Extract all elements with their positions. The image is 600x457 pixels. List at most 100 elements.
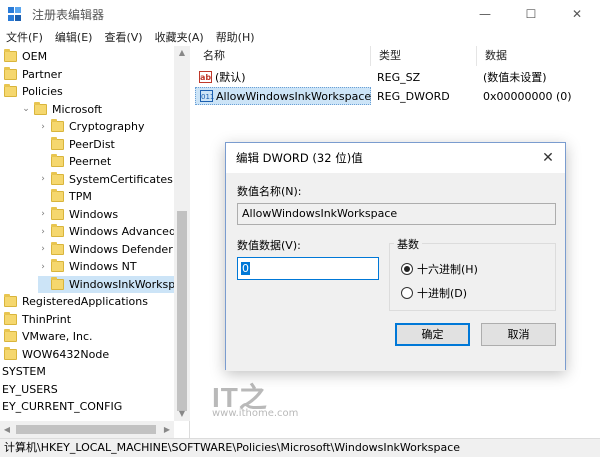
dword-value-icon: 011 (200, 90, 214, 102)
collapsed-chevron-icon[interactable]: › (38, 244, 48, 254)
tree-node-label: Microsoft (52, 102, 103, 116)
close-window-button[interactable]: ✕ (554, 0, 600, 28)
radio-hexadecimal[interactable]: 十六进制(H) (401, 261, 478, 277)
folder-icon (51, 136, 64, 150)
tree-node-label: Windows NT (69, 260, 137, 274)
column-header-type[interactable]: 类型 (371, 46, 477, 66)
menu-bar: 文件(F) 编辑(E) 查看(V) 收藏夹(A) 帮助(H) (0, 28, 600, 46)
folder-icon (51, 259, 64, 273)
value-data-text: 0 (241, 262, 250, 275)
folder-icon (4, 311, 17, 325)
value-name: (默认) (215, 71, 246, 84)
tree-node[interactable]: EY_USERS (2, 381, 58, 399)
tree-hscroll-thumb[interactable] (16, 425, 156, 434)
folder-icon (51, 276, 64, 290)
tree-node[interactable]: OEM (4, 48, 47, 66)
tree-node[interactable]: › Cryptography (38, 118, 144, 136)
collapsed-chevron-icon[interactable]: › (38, 209, 48, 219)
menu-favorites[interactable]: 收藏夹(A) (149, 29, 210, 45)
tree-node[interactable]: › Windows NT (38, 258, 137, 276)
column-header-data[interactable]: 数据 (477, 46, 597, 66)
list-header: 名称 类型 数据 (195, 46, 600, 66)
value-data-input[interactable]: 0 (237, 257, 379, 280)
tree-node[interactable]: Policies (4, 83, 63, 101)
tree-node-label: PeerDist (69, 137, 115, 151)
base-label: 基数 (394, 236, 422, 252)
value-data-label: 数值数据(V): (237, 239, 301, 252)
menu-file[interactable]: 文件(F) (0, 29, 49, 45)
tree-node-label: SystemCertificates (69, 172, 173, 186)
tree-node-label: Windows Defender (69, 242, 173, 256)
tree-node[interactable]: › Windows Advanced Thr (38, 223, 189, 241)
cancel-button[interactable]: 取消 (481, 323, 556, 346)
expanded-chevron-icon[interactable]: ⌄ (21, 104, 31, 114)
tree-node-label: RegisteredApplications (22, 295, 148, 309)
folder-icon (4, 329, 17, 343)
folder-icon (51, 241, 64, 255)
menu-help[interactable]: 帮助(H) (210, 29, 261, 45)
list-row-default[interactable]: ab (默认) REG_SZ (数值未设置) (195, 67, 600, 87)
folder-icon (51, 119, 64, 133)
collapsed-chevron-icon[interactable]: › (38, 174, 48, 184)
dialog-close-icon[interactable]: ✕ (539, 149, 557, 167)
collapsed-chevron-icon[interactable]: › (38, 122, 48, 132)
folder-icon (4, 346, 17, 360)
folder-icon (4, 66, 17, 80)
value-data: 0x00000000 (0) (483, 89, 572, 103)
tree-node-label: Peernet (69, 155, 112, 169)
tree-node[interactable]: › Windows (38, 206, 118, 224)
string-value-icon: ab (199, 71, 212, 83)
tree-node[interactable]: TPM (38, 188, 92, 206)
tree-node[interactable]: PeerDist (38, 136, 115, 154)
menu-edit[interactable]: 编辑(E) (49, 29, 99, 45)
collapsed-chevron-icon[interactable]: › (38, 262, 48, 272)
scroll-left-icon[interactable]: ◀ (0, 421, 14, 438)
tree-node[interactable]: › SystemCertificates (38, 171, 173, 189)
radio-hex-label: 十六进制(H) (417, 263, 478, 276)
folder-icon (51, 189, 64, 203)
tree-node[interactable]: EY_CURRENT_CONFIG (2, 398, 122, 416)
dialog-body: 数值名称(N): AllowWindowsInkWorkspace 数值数据(V… (226, 173, 565, 371)
scroll-right-icon[interactable]: ▶ (160, 421, 174, 438)
folder-icon (51, 224, 64, 238)
tree-node-label: Partner (22, 67, 62, 81)
tree-node[interactable]: WOW6432Node (4, 346, 109, 364)
radio-decimal[interactable]: 十进制(D) (401, 285, 467, 301)
watermark-url: www.ithome.com (212, 408, 299, 419)
tree-node-label: SYSTEM (2, 365, 46, 379)
maximize-button[interactable]: ☐ (508, 0, 554, 28)
folder-icon (34, 101, 47, 115)
tree-node[interactable]: SYSTEM (2, 363, 46, 381)
folder-icon (51, 206, 64, 220)
registry-tree[interactable]: OEM Partner Policies ⌄ Microsoft › Cryptograph… (0, 46, 190, 438)
list-row-allowwindowsinkworkspace[interactable]: 011 AllowWindowsInkWorkspace REG_DWORD 0… (195, 86, 600, 106)
tree-node[interactable]: › Windows Defender (38, 241, 173, 259)
menu-view[interactable]: 查看(V) (98, 29, 148, 45)
radio-selected-icon[interactable] (401, 263, 413, 275)
scroll-down-icon[interactable]: ▼ (174, 407, 190, 421)
status-bar-path: 计算机\HKEY_LOCAL_MACHINE\SOFTWARE\Policies… (0, 438, 600, 457)
value-type: REG_SZ (377, 70, 421, 84)
tree-node[interactable]: ⌄ Microsoft (21, 101, 102, 119)
tree-horizontal-scrollbar[interactable]: ◀ ▶ (0, 421, 174, 438)
value-data: (数值未设置) (483, 71, 547, 84)
column-header-name[interactable]: 名称 (195, 46, 371, 66)
ok-button[interactable]: 确定 (395, 323, 470, 346)
scroll-up-icon[interactable]: ▲ (174, 46, 190, 60)
tree-vertical-scrollbar[interactable]: ▲ ▼ (174, 46, 190, 421)
radio-unselected-icon[interactable] (401, 287, 413, 299)
tree-vscroll-thumb[interactable] (177, 211, 187, 411)
tree-node[interactable]: Partner (4, 66, 62, 84)
tree-node-label: TPM (69, 190, 92, 204)
value-name-label: 数值名称(N): (237, 185, 302, 198)
tree-node[interactable]: ThinPrint (4, 311, 71, 329)
title-bar: 注册表编辑器 — ☐ ✕ (0, 0, 600, 28)
collapsed-chevron-icon[interactable]: › (38, 227, 48, 237)
tree-node[interactable]: WindowsInkWorkspace (38, 275, 189, 293)
minimize-button[interactable]: — (462, 0, 508, 28)
tree-node[interactable]: Peernet (38, 153, 111, 171)
dialog-title: 编辑 DWORD (32 位)值 (236, 151, 363, 165)
tree-node[interactable]: RegisteredApplications (4, 293, 148, 311)
tree-node[interactable]: VMware, Inc. (4, 328, 93, 346)
folder-icon (4, 294, 17, 308)
